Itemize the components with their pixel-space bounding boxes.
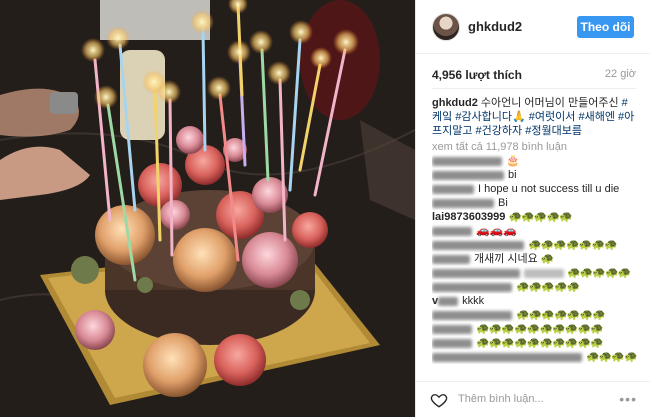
post-photo[interactable] [0,0,415,417]
caption-text: 수아언니 어머님이 만들어주신 [477,97,622,109]
blurred-username[interactable] [432,282,512,292]
comment-row: 🐢🐢🐢🐢🐢🐢🐢 [432,238,637,252]
post-sidebar: ghkdud2 Theo dõi 4,956 lượt thích 22 giờ… [415,0,650,417]
blurred-username[interactable] [432,156,502,166]
comment-row: 🐢🐢🐢🐢 [432,350,637,364]
blurred-username[interactable] [432,184,474,194]
comment-row: 🐢🐢🐢🐢🐢🐢🐢🐢🐢🐢 [432,336,637,350]
comments-list: ghkdud2 수아언니 어머님이 만들어주신 #케잌 #감사합니다🙏 #여럿이… [432,96,637,364]
caption-username[interactable]: ghkdud2 [432,97,478,109]
post-time[interactable]: 22 giờ [605,68,636,80]
blurred-username[interactable] [432,268,520,278]
heart-icon[interactable] [430,391,448,409]
blurred-username[interactable] [432,338,472,348]
hashtag[interactable]: #새해엔 [578,111,614,123]
hashtag[interactable]: #건강하자 [476,125,523,137]
follow-button[interactable]: Theo dõi [577,16,634,38]
blurred-username[interactable] [432,310,512,320]
likes-count[interactable]: 4,956 lượt thích [432,68,522,82]
instagram-post-modal: ghkdud2 Theo dõi 4,956 lượt thích 22 giờ… [0,0,650,417]
comment-row: Bi [432,196,637,210]
blurred-username[interactable] [432,198,494,208]
username-link[interactable]: ghkdud2 [468,19,522,34]
avatar[interactable] [432,13,460,41]
hashtag[interactable]: #정월대보름 [525,125,582,137]
add-comment-input[interactable]: Thêm bình luận... [458,393,544,405]
comment-row: 개새끼 시네요 🐢 [432,252,637,266]
comment-row: 🐢🐢🐢🐢🐢 [432,266,637,280]
hashtag[interactable]: #여럿이서 [529,111,576,123]
comment-row: 🐢🐢🐢🐢🐢🐢🐢🐢🐢🐢 [432,322,637,336]
blurred-username[interactable] [432,324,472,334]
more-options-icon[interactable]: ••• [619,391,637,407]
comment-row: 🎂 [432,154,637,168]
comment-row: v kkkk [432,295,485,307]
blurred-username[interactable] [432,226,472,236]
comment-row: 🐢🐢🐢🐢🐢 [432,280,637,294]
caption: ghkdud2 수아언니 어머님이 만들어주신 #케잌 #감사합니다🙏 #여럿이… [432,96,637,138]
blurred-username[interactable] [432,352,582,362]
comment-row: 🐢🐢🐢🐢🐢🐢🐢 [432,308,637,322]
comment-row: 🚗🚗🚗 [432,224,637,238]
comment-bar: Thêm bình luận... ••• [416,381,650,417]
birthday-cake-image [0,0,415,417]
post-header: ghkdud2 Theo dõi [416,0,650,54]
blurred-username[interactable] [432,240,524,250]
blurred-username [438,296,459,306]
view-all-comments-link[interactable]: xem tất cả 11,978 bình luận [432,140,637,154]
blurred-username[interactable] [432,254,470,264]
hashtag[interactable]: #감사합니다🙏 [455,111,525,123]
divider [432,88,636,89]
comment-row: lai9873603999 🐢🐢🐢🐢🐢 [432,211,573,223]
comment-row: I hope u not success till u die [432,182,637,196]
comment-row: bi [432,168,637,182]
blurred-username[interactable] [432,170,504,180]
